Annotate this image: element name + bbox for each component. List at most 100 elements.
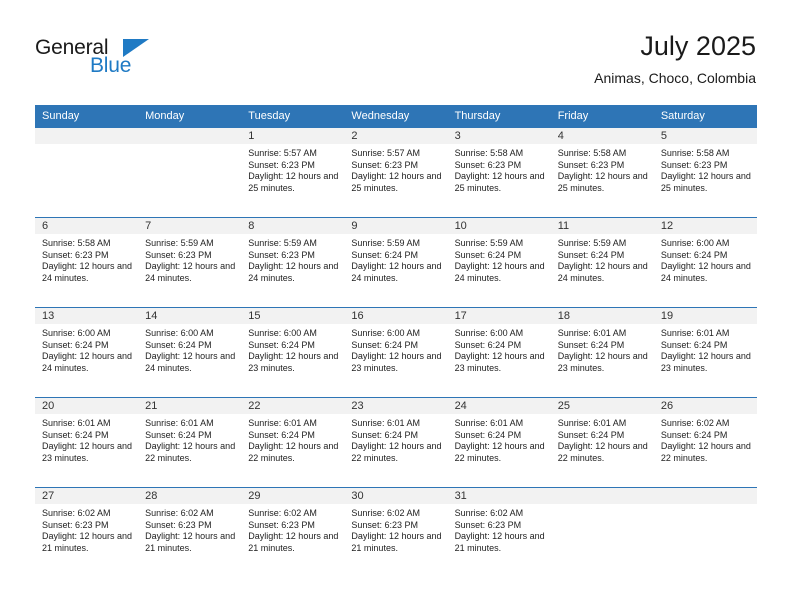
day-details: Sunrise: 5:59 AM Sunset: 6:23 PM Daylight:… bbox=[241, 234, 344, 284]
day-number: 9 bbox=[344, 218, 448, 234]
day-details: Sunrise: 5:58 AM Sunset: 6:23 PM Daylight:… bbox=[654, 144, 757, 194]
calendar-day-cell[interactable]: 20 Sunrise: 6:01 AM Sunset: 6:24 PM Dayligh… bbox=[35, 397, 139, 488]
calendar-day-cell[interactable]: 13 Sunrise: 6:00 AM Sunset: 6:24 PM Dayligh… bbox=[35, 307, 139, 398]
calendar-day-cell[interactable]: 11 Sunrise: 5:59 AM Sunset: 6:24 PM Dayligh… bbox=[550, 217, 654, 308]
calendar-day-cell[interactable]: 12 Sunrise: 6:00 AM Sunset: 6:24 PM Dayligh… bbox=[653, 217, 757, 308]
calendar-day-cell[interactable]: 7 Sunrise: 5:59 AM Sunset: 6:23 PM Daylight… bbox=[138, 217, 242, 308]
sunset-text: Sunset: 6:24 PM bbox=[351, 249, 418, 260]
sunrise-text: Sunrise: 6:00 AM bbox=[454, 328, 524, 338]
daylight-text: Daylight: 12 hours and 24 minutes. bbox=[248, 261, 339, 283]
calendar-day-cell[interactable]: 8 Sunrise: 5:59 AM Sunset: 6:23 PM Daylight… bbox=[241, 217, 345, 308]
day-details: Sunrise: 5:59 AM Sunset: 6:24 PM Daylight:… bbox=[448, 234, 551, 284]
calendar-day-cell[interactable]: 22 Sunrise: 6:01 AM Sunset: 6:24 PM Dayligh… bbox=[241, 397, 345, 488]
calendar-week-row: 1 Sunrise: 5:57 AM Sunset: 6:23 PM Daylight… bbox=[35, 127, 757, 218]
sunrise-text: Sunrise: 5:58 AM bbox=[454, 148, 524, 158]
calendar-day-cell[interactable]: 19 Sunrise: 6:01 AM Sunset: 6:24 PM Dayligh… bbox=[653, 307, 757, 398]
calendar-day-cell[interactable]: 24 Sunrise: 6:01 AM Sunset: 6:24 PM Dayligh… bbox=[447, 397, 551, 488]
calendar-day-cell[interactable]: 30 Sunrise: 6:02 AM Sunset: 6:23 PM Dayligh… bbox=[344, 487, 448, 577]
calendar-day-cell[interactable]: 28 Sunrise: 6:02 AM Sunset: 6:23 PM Dayligh… bbox=[138, 487, 242, 577]
calendar-week-row: 27 Sunrise: 6:02 AM Sunset: 6:23 PM Dayligh… bbox=[35, 487, 757, 577]
sunrise-text: Sunrise: 5:59 AM bbox=[145, 238, 214, 248]
day-number: 14 bbox=[138, 308, 242, 324]
calendar-week-row: 20 Sunrise: 6:01 AM Sunset: 6:24 PM Dayligh… bbox=[35, 397, 757, 488]
calendar-day-cell[interactable]: 4 Sunrise: 5:58 AM Sunset: 6:23 PM Daylight… bbox=[550, 127, 654, 218]
day-details: Sunrise: 6:00 AM Sunset: 6:24 PM Daylight:… bbox=[448, 324, 551, 374]
calendar-day-cell[interactable]: 2 Sunrise: 5:57 AM Sunset: 6:23 PM Daylight… bbox=[344, 127, 448, 218]
daylight-text: Daylight: 12 hours and 22 minutes. bbox=[454, 441, 545, 463]
sunset-text: Sunset: 6:23 PM bbox=[351, 159, 418, 170]
daylight-text: Daylight: 12 hours and 24 minutes. bbox=[145, 261, 236, 283]
calendar-day-cell[interactable]: 27 Sunrise: 6:02 AM Sunset: 6:23 PM Dayligh… bbox=[35, 487, 139, 577]
sunset-text: Sunset: 6:23 PM bbox=[248, 249, 315, 260]
day-number: 4 bbox=[550, 128, 654, 144]
sunset-text: Sunset: 6:23 PM bbox=[248, 519, 315, 530]
day-number: 10 bbox=[447, 218, 551, 234]
calendar-day-cell[interactable]: 18 Sunrise: 6:01 AM Sunset: 6:24 PM Dayligh… bbox=[550, 307, 654, 398]
sunrise-text: Sunrise: 6:01 AM bbox=[248, 418, 317, 428]
sunrise-text: Sunrise: 6:01 AM bbox=[660, 328, 730, 338]
day-number: 3 bbox=[447, 128, 551, 144]
day-details: Sunrise: 6:02 AM Sunset: 6:23 PM Daylight:… bbox=[35, 504, 138, 554]
calendar-day-cell[interactable]: 29 Sunrise: 6:02 AM Sunset: 6:23 PM Dayligh… bbox=[241, 487, 345, 577]
calendar-day-cell[interactable]: 14 Sunrise: 6:00 AM Sunset: 6:24 PM Dayligh… bbox=[138, 307, 242, 398]
day-number: 12 bbox=[653, 218, 757, 234]
day-number: 8 bbox=[241, 218, 345, 234]
day-number: 24 bbox=[447, 398, 551, 414]
daylight-text: Daylight: 12 hours and 21 minutes. bbox=[248, 531, 339, 553]
sunset-text: Sunset: 6:24 PM bbox=[248, 339, 315, 350]
daylight-text: Daylight: 12 hours and 23 minutes. bbox=[660, 351, 751, 373]
sunset-text: Sunset: 6:24 PM bbox=[145, 429, 212, 440]
day-details: Sunrise: 6:01 AM Sunset: 6:24 PM Daylight:… bbox=[35, 414, 138, 464]
calendar-day-cell[interactable]: 5 Sunrise: 5:58 AM Sunset: 6:23 PM Daylight… bbox=[653, 127, 757, 218]
calendar-day-cell[interactable]: 23 Sunrise: 6:01 AM Sunset: 6:24 PM Dayligh… bbox=[344, 397, 448, 488]
calendar-day-cell[interactable]: 26 Sunrise: 6:02 AM Sunset: 6:24 PM Dayligh… bbox=[653, 397, 757, 488]
calendar-day-cell[interactable]: 9 Sunrise: 5:59 AM Sunset: 6:24 PM Daylight… bbox=[344, 217, 448, 308]
sunrise-text: Sunrise: 6:01 AM bbox=[145, 418, 214, 428]
daylight-text: Daylight: 12 hours and 24 minutes. bbox=[42, 351, 133, 373]
day-details: Sunrise: 6:02 AM Sunset: 6:24 PM Daylight:… bbox=[654, 414, 757, 464]
calendar-day-cell[interactable]: 21 Sunrise: 6:01 AM Sunset: 6:24 PM Dayligh… bbox=[138, 397, 242, 488]
calendar-day-cell-empty bbox=[35, 127, 139, 218]
day-number bbox=[550, 488, 654, 504]
calendar-day-cell[interactable]: 1 Sunrise: 5:57 AM Sunset: 6:23 PM Daylight… bbox=[241, 127, 345, 218]
weekday-header-tuesday: Tuesday bbox=[241, 105, 345, 128]
day-number bbox=[138, 128, 242, 144]
day-details: Sunrise: 6:01 AM Sunset: 6:24 PM Daylight:… bbox=[551, 324, 654, 374]
calendar-day-cell[interactable]: 15 Sunrise: 6:00 AM Sunset: 6:24 PM Dayligh… bbox=[241, 307, 345, 398]
calendar-day-cell-empty bbox=[653, 487, 757, 577]
calendar-day-cell[interactable]: 17 Sunrise: 6:00 AM Sunset: 6:24 PM Dayligh… bbox=[447, 307, 551, 398]
sunrise-text: Sunrise: 6:00 AM bbox=[248, 328, 317, 338]
sunset-text: Sunset: 6:23 PM bbox=[454, 519, 522, 530]
sunrise-text: Sunrise: 6:01 AM bbox=[557, 328, 627, 338]
weekday-header-saturday: Saturday bbox=[653, 105, 757, 128]
day-details: Sunrise: 5:58 AM Sunset: 6:23 PM Daylight:… bbox=[448, 144, 551, 194]
sunset-text: Sunset: 6:24 PM bbox=[454, 429, 522, 440]
weekday-header-sunday: Sunday bbox=[35, 105, 139, 128]
sunrise-text: Sunrise: 6:01 AM bbox=[42, 418, 111, 428]
calendar-day-cell[interactable]: 31 Sunrise: 6:02 AM Sunset: 6:23 PM Dayligh… bbox=[447, 487, 551, 577]
page-title: July 2025 bbox=[640, 31, 756, 61]
sunrise-text: Sunrise: 5:57 AM bbox=[248, 148, 317, 158]
day-details: Sunrise: 6:01 AM Sunset: 6:24 PM Daylight:… bbox=[241, 414, 344, 464]
sunset-text: Sunset: 6:24 PM bbox=[145, 339, 212, 350]
sunset-text: Sunset: 6:23 PM bbox=[454, 159, 522, 170]
sunset-text: Sunset: 6:24 PM bbox=[557, 429, 625, 440]
day-details: Sunrise: 6:01 AM Sunset: 6:24 PM Daylight:… bbox=[138, 414, 241, 464]
calendar-day-cell[interactable]: 3 Sunrise: 5:58 AM Sunset: 6:23 PM Daylight… bbox=[447, 127, 551, 218]
sunrise-text: Sunrise: 6:00 AM bbox=[660, 238, 730, 248]
weekday-headers: Sunday Monday Tuesday Wednesday Thursday Frid… bbox=[35, 105, 757, 128]
sunrise-text: Sunrise: 5:59 AM bbox=[248, 238, 317, 248]
calendar-day-cell[interactable]: 6 Sunrise: 5:58 AM Sunset: 6:23 PM Daylight… bbox=[35, 217, 139, 308]
calendar-day-cell[interactable]: 25 Sunrise: 6:01 AM Sunset: 6:24 PM Dayligh… bbox=[550, 397, 654, 488]
calendar-day-cell[interactable]: 16 Sunrise: 6:00 AM Sunset: 6:24 PM Dayligh… bbox=[344, 307, 448, 398]
sunrise-text: Sunrise: 5:58 AM bbox=[660, 148, 730, 158]
sunset-text: Sunset: 6:23 PM bbox=[42, 519, 109, 530]
generalblue-logo[interactable]: General Blue bbox=[35, 36, 165, 82]
day-number: 29 bbox=[241, 488, 345, 504]
day-number: 17 bbox=[447, 308, 551, 324]
calendar-day-cell-empty bbox=[550, 487, 654, 577]
day-number: 7 bbox=[138, 218, 242, 234]
calendar-day-cell[interactable]: 10 Sunrise: 5:59 AM Sunset: 6:24 PM Dayligh… bbox=[447, 217, 551, 308]
day-details: Sunrise: 6:01 AM Sunset: 6:24 PM Daylight:… bbox=[448, 414, 551, 464]
sunrise-text: Sunrise: 5:59 AM bbox=[454, 238, 524, 248]
